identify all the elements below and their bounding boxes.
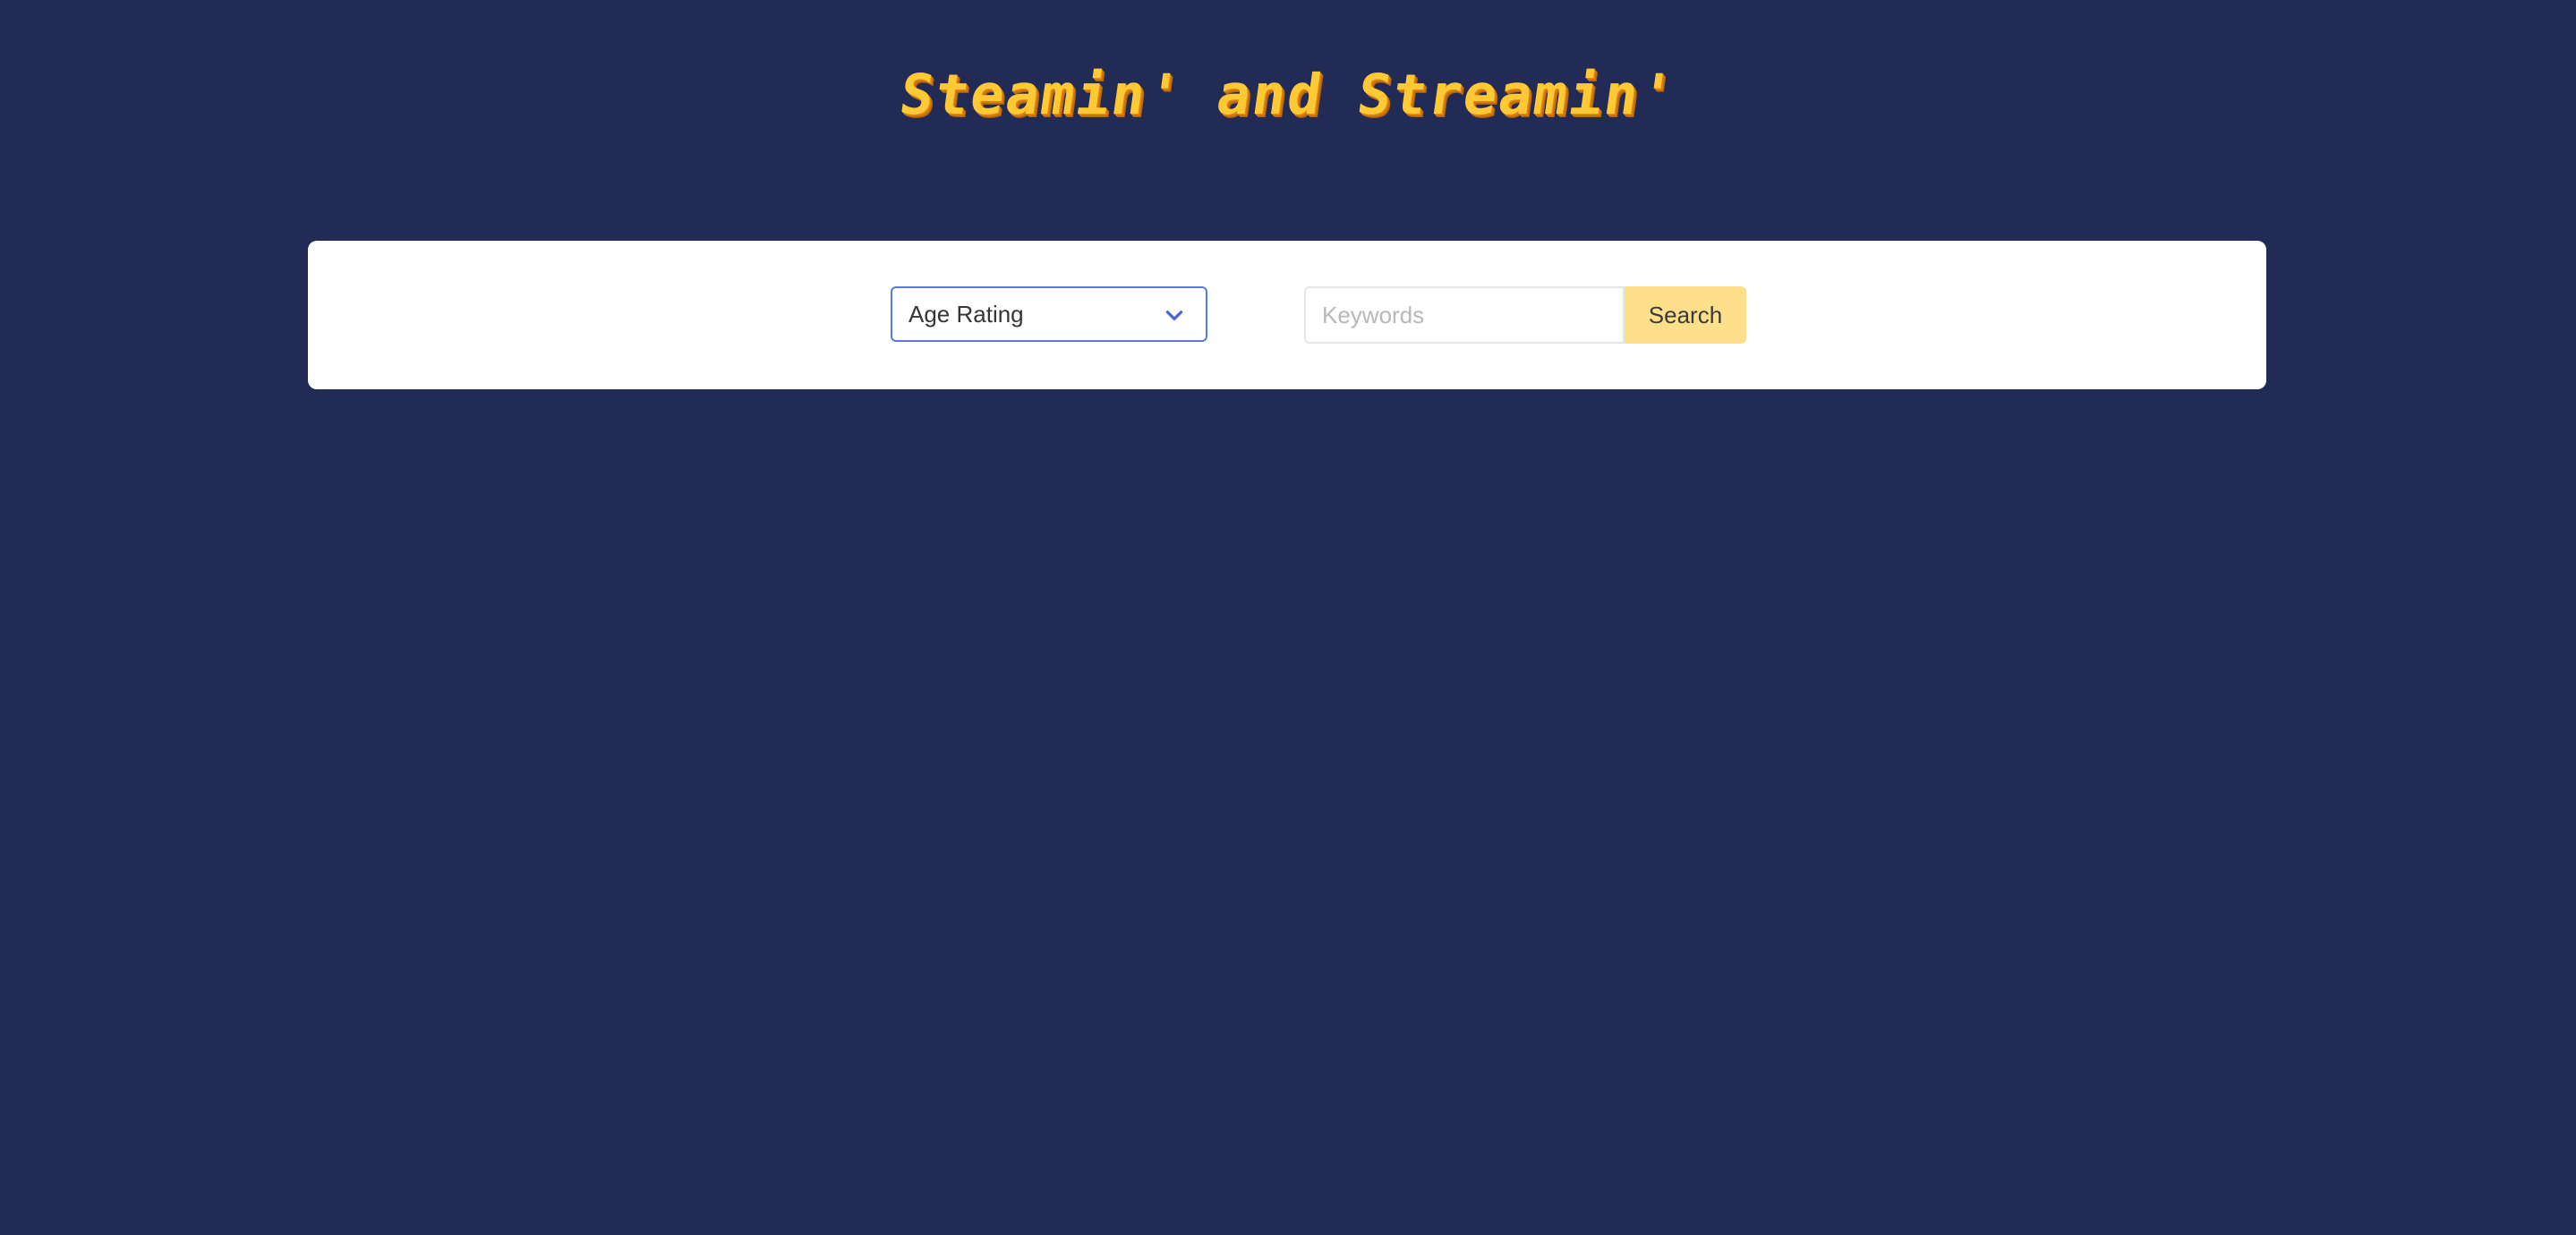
- age-rating-selected-label: Age Rating: [908, 301, 1024, 328]
- keywords-search-input[interactable]: [1304, 286, 1625, 344]
- site-title: Steamin' and Streamin': [896, 62, 1680, 127]
- chevron-down-icon: [1165, 311, 1183, 320]
- search-panel: Age Rating Search: [308, 241, 2266, 389]
- site-logo: Steamin' and Streamin': [0, 59, 2576, 131]
- age-rating-dropdown[interactable]: Age Rating: [891, 286, 1207, 342]
- search-button[interactable]: Search: [1625, 286, 1746, 344]
